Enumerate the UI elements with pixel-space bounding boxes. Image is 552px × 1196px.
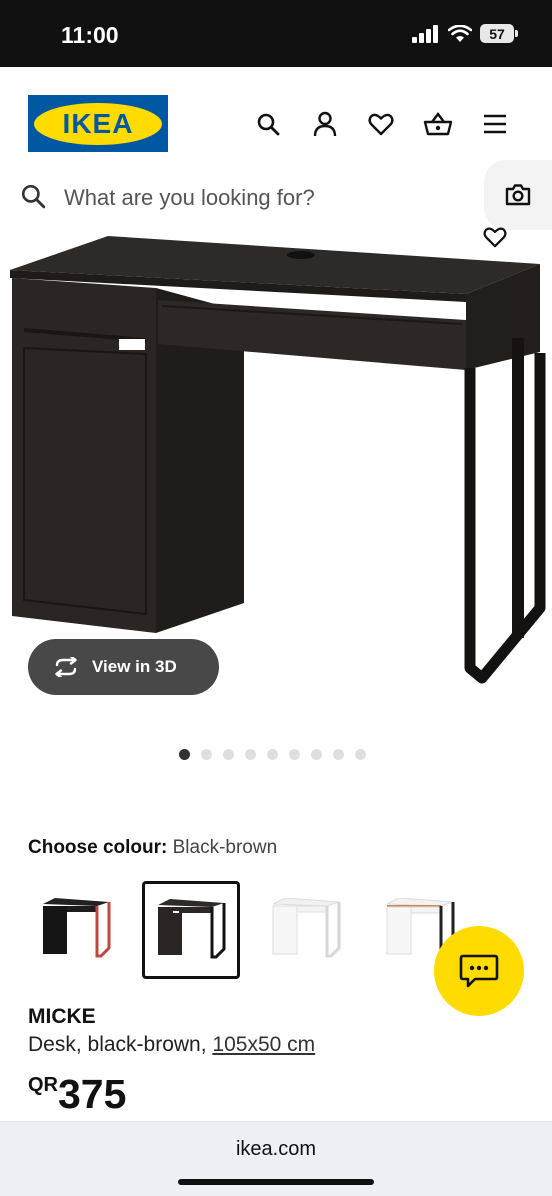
browser-url[interactable]: ikea.com	[0, 1138, 552, 1161]
carousel-dot[interactable]	[223, 749, 234, 760]
image-carousel-dots	[179, 749, 366, 760]
price-currency: QR	[28, 1074, 58, 1096]
heart-icon[interactable]	[364, 107, 398, 141]
carousel-dot[interactable]	[289, 749, 300, 760]
chat-icon	[459, 954, 499, 988]
choose-colour: Choose colour: Black-brown	[28, 837, 277, 859]
basket-icon[interactable]	[421, 107, 455, 141]
product-price: QR 375	[28, 1068, 126, 1120]
carousel-dot[interactable]	[333, 749, 344, 760]
carousel-dot[interactable]	[201, 749, 212, 760]
desk-illustration	[10, 236, 546, 684]
product-type: Desk, black-brown,	[28, 1033, 207, 1056]
colour-swatches	[28, 881, 468, 979]
status-icons: 57	[412, 24, 518, 43]
status-bar: 11:00 57	[0, 0, 552, 67]
search-bar	[0, 165, 552, 227]
battery-icon: 57	[480, 24, 518, 43]
choose-colour-label: Choose colour:	[28, 837, 168, 858]
price-value: 375	[58, 1071, 127, 1117]
menu-icon[interactable]	[478, 107, 512, 141]
rotate-3d-icon	[55, 657, 77, 677]
search-glass-icon	[21, 184, 46, 209]
carousel-dot[interactable]	[355, 749, 366, 760]
choose-colour-value: Black-brown	[172, 837, 278, 858]
swatch-black-brown[interactable]	[142, 881, 240, 979]
view-in-3d-label: View in 3D	[92, 657, 177, 676]
carousel-dot[interactable]	[245, 749, 256, 760]
carousel-dot[interactable]	[311, 749, 322, 760]
favourite-heart-icon[interactable]	[478, 222, 512, 252]
wifi-icon	[448, 24, 472, 42]
view-in-3d-button[interactable]: View in 3D	[28, 639, 219, 695]
product-name: MICKE	[28, 1005, 96, 1028]
profile-icon[interactable]	[308, 107, 342, 141]
carousel-dot[interactable]	[179, 749, 190, 760]
ikea-logo[interactable]: IKEA	[28, 95, 168, 152]
product-description: Desk, black-brown, 105x50 cm	[28, 1033, 315, 1057]
home-indicator[interactable]	[178, 1179, 374, 1185]
camera-icon	[505, 184, 531, 206]
site-header: IKEA	[0, 67, 552, 177]
carousel-dot[interactable]	[267, 749, 278, 760]
status-time: 11:00	[61, 22, 119, 48]
search-icon[interactable]	[251, 107, 285, 141]
product-image[interactable]	[0, 228, 552, 698]
cellular-signal-icon	[412, 24, 438, 43]
product-size-link[interactable]: 105x50 cm	[212, 1033, 315, 1056]
swatch-white[interactable]	[258, 881, 354, 977]
camera-search-button[interactable]	[484, 160, 552, 230]
browser-url-bar: ikea.com	[0, 1121, 552, 1196]
search-input[interactable]	[62, 177, 466, 219]
chat-button[interactable]	[434, 926, 524, 1016]
swatch-black-red[interactable]	[28, 881, 124, 977]
ikea-logo-text: IKEA	[34, 102, 162, 145]
